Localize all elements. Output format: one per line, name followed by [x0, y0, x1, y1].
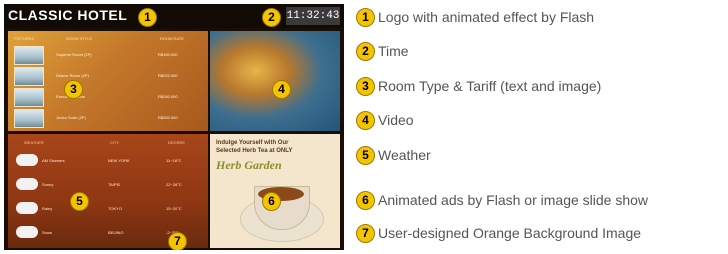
weather-city: NEW YORK [108, 158, 130, 163]
top-bar: CLASSIC HOTEL 11:32:43 [4, 4, 344, 28]
weather-desc: Snow [42, 230, 53, 235]
legend-badge: 3 [356, 77, 375, 96]
badge-7: 7 [168, 232, 187, 250]
room-row: Executive Room R$280.000 [8, 87, 208, 107]
hotel-logo: CLASSIC HOTEL [8, 7, 128, 23]
header-degree: DEGREE [168, 140, 185, 145]
legend-text: User-designed Orange Background Image [378, 225, 642, 241]
signage-screen: CLASSIC HOTEL 11:32:43 PICTURES ROOM STY… [4, 4, 344, 250]
cloud-icon [16, 154, 38, 166]
legend-text: Video [378, 112, 414, 128]
room-tariff-panel: PICTURES ROOM STYLE ROOM RATE Superior R… [8, 31, 208, 131]
legend-text: Time [378, 43, 409, 59]
cloud-icon [16, 178, 38, 190]
room-rate: R$180.000 [158, 52, 178, 57]
legend-badge: 6 [356, 191, 375, 210]
weather-city: TAIPEI [108, 182, 121, 187]
cloud-icon [16, 226, 38, 238]
room-thumbnail [14, 109, 44, 128]
legend-badge: 5 [356, 146, 375, 165]
header-pictures: PICTURES [14, 36, 35, 41]
header-room-style: ROOM STYLE [66, 36, 93, 41]
room-rate: R$220.000 [158, 73, 178, 78]
ad-panel: Indulge Yourself with Our Selected Herb … [210, 134, 340, 248]
room-rate: R$350.000 [158, 115, 178, 120]
room-table-header: PICTURES ROOM STYLE ROOM RATE [8, 31, 208, 45]
weather-desc: Sunny [42, 182, 54, 187]
legend-badge: 1 [356, 8, 375, 27]
weather-city: BEIJING [108, 230, 124, 235]
weather-row: Rainy TOKYO 15~20°C [8, 198, 208, 218]
badge-6: 6 [262, 192, 281, 211]
weather-city: TOKYO [108, 206, 122, 211]
room-style: Superior Room (2P) [56, 52, 92, 57]
header-city: CITY [110, 140, 120, 145]
ad-text-line1: Indulge Yourself with Our [216, 140, 289, 146]
weather-desc: Rainy [42, 206, 53, 211]
badge-3: 3 [64, 80, 83, 99]
weather-desc: AM Showers [42, 158, 65, 163]
room-thumbnail [14, 67, 44, 86]
weather-row: Sunny TAIPEI 22~28°C [8, 174, 208, 194]
badge-2: 2 [262, 8, 281, 27]
room-row: Junior Suite (2P) R$350.000 [8, 108, 208, 128]
legend-text: Room Type & Tariff (text and image) [378, 78, 602, 94]
header-room-rate: ROOM RATE [160, 36, 184, 41]
header-weather: WEATHER [24, 140, 44, 145]
room-rate: R$280.000 [158, 94, 178, 99]
weather-table-header: WEATHER CITY DEGREE [8, 134, 208, 148]
badge-4: 4 [272, 80, 291, 99]
time-display: 11:32:43 [286, 7, 340, 25]
legend-badge: 7 [356, 224, 375, 243]
legend-badge: 4 [356, 111, 375, 130]
room-thumbnail [14, 46, 44, 65]
weather-panel: WEATHER CITY DEGREE AM Showers NEW YORK … [8, 134, 208, 248]
room-row: Superior Room (2P) R$180.000 [8, 45, 208, 65]
legend-text: Logo with animated effect by Flash [378, 9, 595, 25]
room-row: Deluxe Room (2P) R$220.000 [8, 66, 208, 86]
badge-1: 1 [138, 8, 157, 27]
weather-degree: 15~20°C [166, 206, 182, 211]
room-thumbnail [14, 88, 44, 107]
badge-5: 5 [70, 192, 89, 211]
weather-degree: 22~28°C [166, 182, 182, 187]
cloud-icon [16, 202, 38, 214]
weather-row: AM Showers NEW YORK 11~18°C [8, 150, 208, 170]
legend-text: Animated ads by Flash or image slide sho… [378, 192, 649, 208]
ad-text-line2: Selected Herb Tea at ONLY [216, 148, 293, 154]
room-style: Junior Suite (2P) [56, 115, 86, 120]
room-style: Deluxe Room (2P) [56, 73, 89, 78]
legend-badge: 2 [356, 42, 375, 61]
ad-title: Herb Garden [216, 158, 282, 172]
legend-text: Weather [378, 147, 431, 163]
weather-degree: 11~18°C [166, 158, 182, 163]
